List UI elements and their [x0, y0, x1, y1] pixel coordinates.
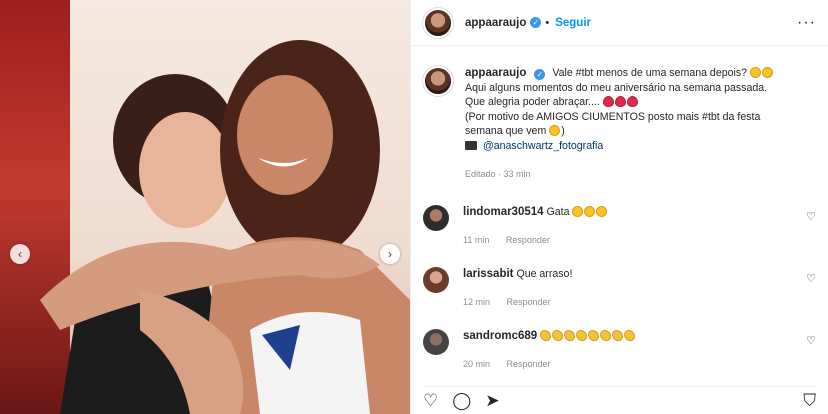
verified-icon: ✓: [530, 17, 542, 28]
emoji-clap-icon: [612, 330, 624, 341]
bookmark-icon[interactable]: ⛉: [803, 392, 816, 409]
caption-line-2: Aqui alguns momentos do meu aniversário …: [465, 81, 768, 94]
comment-item: lindomar30514 Gata 11 min Responder: [423, 205, 608, 247]
comment-item: sandromc689 20 min Responder: [423, 329, 636, 371]
emoji-heart-eyes-icon: [572, 206, 584, 217]
photo-people: [40, 40, 410, 414]
verified-icon: ✓: [534, 69, 546, 80]
caption-line-4: (Por motivo de AMIGOS CIUMENTOS posto ma…: [465, 110, 761, 123]
caption-line-5-end: ): [561, 125, 565, 137]
post-side-panel: appaaraujo ✓ • Seguir ··· appaaraujo ✓ Va…: [410, 0, 828, 414]
heart-emoji-icon: [626, 96, 638, 107]
emoji-grin-icon: [762, 67, 773, 78]
reply-button[interactable]: Responder: [507, 297, 551, 307]
comment-text: Gata: [546, 206, 570, 218]
caption-line-3: Que alegria poder abraçar....: [465, 96, 600, 108]
emoji-thinking-icon: [750, 67, 761, 78]
comment-username[interactable]: sandromc689: [463, 330, 537, 342]
emoji-heart-eyes-icon: [596, 206, 608, 217]
comment-text: Que arraso!: [516, 268, 573, 280]
action-bar: ♡ ◯ ➤ ⛉: [423, 386, 816, 409]
reply-button[interactable]: Responder: [507, 359, 551, 369]
caption: appaaraujo ✓ Vale #tbt menos de uma seman…: [411, 46, 828, 182]
comment-icon[interactable]: ◯: [452, 392, 471, 409]
heart-emoji-icon: [602, 96, 614, 107]
heart-icon[interactable]: ♡: [423, 392, 438, 409]
emoji-clap-icon: [600, 330, 612, 341]
emoji-clap-icon: [588, 330, 600, 341]
separator-dot: •: [545, 16, 550, 29]
post-photo[interactable]: ‹ ›: [0, 0, 410, 414]
emoji-clap-icon: [564, 330, 576, 341]
caption-line-1: Vale #tbt menos de uma semana depois?: [552, 67, 748, 79]
credit-link[interactable]: @anaschwartz_fotografia: [483, 140, 603, 152]
emoji-heart-eyes-icon: [549, 125, 561, 136]
avatar[interactable]: [423, 267, 449, 293]
comment-time: 20 min: [463, 359, 491, 369]
emoji-heart-eyes-icon: [584, 206, 596, 217]
share-icon[interactable]: ➤: [485, 392, 499, 409]
avatar[interactable]: [423, 7, 453, 38]
more-icon[interactable]: ···: [797, 14, 816, 32]
avatar[interactable]: [423, 329, 449, 355]
follow-button[interactable]: Seguir: [555, 17, 591, 29]
caption-username[interactable]: appaaraujo: [465, 67, 526, 79]
comment-username[interactable]: lindomar30514: [463, 206, 544, 218]
header-username[interactable]: appaaraujo: [465, 17, 526, 29]
emoji-clap-icon: [624, 330, 636, 341]
reply-button[interactable]: Responder: [506, 235, 550, 245]
post-header: appaaraujo ✓ • Seguir ···: [411, 0, 828, 46]
caption-avatar[interactable]: [423, 66, 453, 96]
edited-timestamp: Editado · 33 min: [465, 169, 531, 179]
comment-like-icon[interactable]: ♡: [806, 210, 816, 223]
comment-like-icon[interactable]: ♡: [806, 272, 816, 285]
heart-emoji-icon: [614, 96, 626, 107]
camera-icon: [465, 140, 477, 150]
caption-text: appaaraujo ✓ Vale #tbt menos de uma seman…: [465, 66, 774, 182]
comment-username[interactable]: larissabit: [463, 268, 514, 280]
prev-arrow-button[interactable]: ‹: [10, 244, 30, 264]
caption-line-5: semana que vem: [465, 125, 547, 137]
comment-item: larissabit Que arraso! 12 min Responder: [423, 267, 572, 309]
next-arrow-button[interactable]: ›: [380, 244, 400, 264]
emoji-clap-icon: [576, 330, 588, 341]
emoji-clap-icon: [552, 330, 564, 341]
comment-like-icon[interactable]: ♡: [806, 334, 816, 347]
emoji-clap-icon: [540, 330, 552, 341]
instagram-post: ‹ › appaaraujo ✓ • Seguir ··· appaaraujo…: [0, 0, 828, 414]
avatar[interactable]: [423, 205, 449, 231]
comment-time: 12 min: [463, 297, 491, 307]
comment-time: 11 min: [463, 235, 490, 245]
